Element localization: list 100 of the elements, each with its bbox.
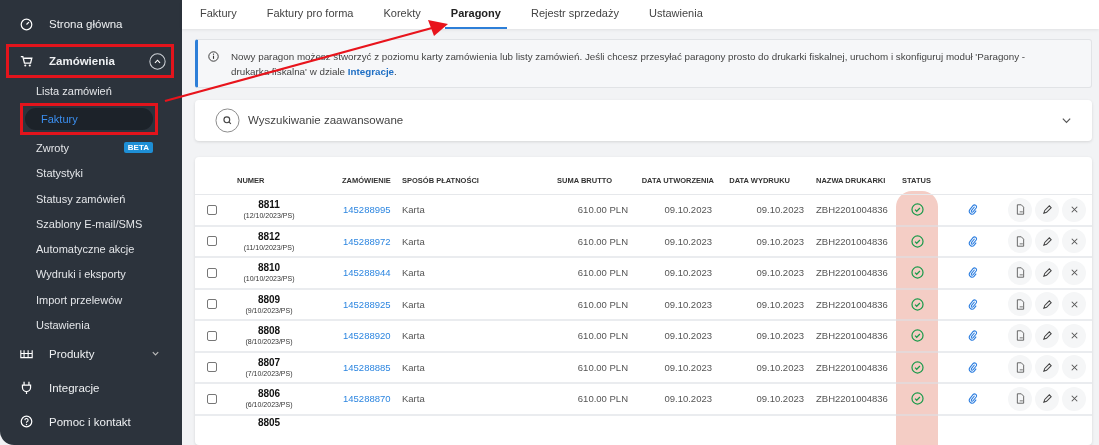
table-cell-text: 09.10.2023 bbox=[663, 266, 713, 281]
order-link[interactable]: 145288995 bbox=[343, 204, 391, 216]
pencil-icon bbox=[1041, 235, 1053, 247]
receipt-number: 8812 bbox=[257, 231, 281, 242]
table-cell-text: 09.10.2023 bbox=[663, 360, 713, 375]
sidebar-subitem[interactable]: Automatyczne akcje bbox=[36, 243, 182, 256]
collapse-icon[interactable] bbox=[149, 52, 166, 70]
table-cell-text: 610.00 PLN bbox=[576, 234, 629, 249]
tab[interactable]: Faktury bbox=[200, 0, 237, 29]
table-cell-text: 09.10.2023 bbox=[755, 360, 805, 375]
order-link[interactable]: 145288870 bbox=[343, 393, 391, 405]
table-cell-text: 09.10.2023 bbox=[663, 392, 713, 407]
paperclip-icon[interactable] bbox=[968, 361, 978, 373]
boxes-icon bbox=[20, 347, 33, 361]
edit-button[interactable] bbox=[1035, 197, 1059, 222]
edit-button[interactable] bbox=[1035, 386, 1059, 411]
checkbox[interactable] bbox=[207, 267, 217, 278]
checkbox[interactable] bbox=[207, 362, 217, 373]
pencil-icon bbox=[1041, 393, 1053, 405]
pdf-file-icon bbox=[1014, 267, 1026, 279]
paperclip-icon[interactable] bbox=[968, 298, 978, 310]
paperclip-icon[interactable] bbox=[968, 393, 978, 405]
sidebar-subitem[interactable]: Faktury bbox=[25, 108, 153, 131]
cart-icon bbox=[20, 54, 33, 68]
checkbox[interactable] bbox=[207, 299, 217, 310]
info-icon bbox=[208, 50, 219, 62]
pdf-button[interactable] bbox=[1008, 355, 1032, 380]
tab[interactable]: Rejestr sprzedaży bbox=[530, 0, 619, 29]
order-link[interactable]: 145288944 bbox=[343, 267, 391, 279]
tab[interactable]: Ustawienia bbox=[649, 0, 703, 29]
edit-button[interactable] bbox=[1035, 292, 1059, 317]
pdf-file-icon bbox=[1014, 204, 1026, 216]
paperclip-icon[interactable] bbox=[968, 204, 978, 216]
sidebar-subitem[interactable]: Statusy zamówień bbox=[36, 192, 182, 205]
sidebar-item[interactable]: Produkty bbox=[0, 335, 182, 372]
table-cell-text: ZBH2201004836 bbox=[815, 203, 889, 218]
table-cell-text: 610.00 PLN bbox=[576, 360, 629, 375]
table-cell-text: 610.00 PLN bbox=[576, 329, 629, 344]
checkbox[interactable] bbox=[207, 330, 217, 341]
pdf-file-icon bbox=[1014, 361, 1026, 373]
sidebar-subitem[interactable]: Szablony E-mail/SMS bbox=[36, 217, 182, 230]
pdf-button[interactable] bbox=[1008, 292, 1032, 317]
sidebar-subitem[interactable]: Zwroty bbox=[36, 141, 124, 154]
checkbox[interactable] bbox=[207, 236, 217, 247]
table-cell-text: ZBH2201004836 bbox=[815, 360, 889, 375]
sidebar-subitem[interactable]: Lista zamówień bbox=[36, 84, 182, 97]
checkbox[interactable] bbox=[207, 393, 217, 404]
edit-button[interactable] bbox=[1035, 355, 1059, 380]
help-icon bbox=[20, 415, 33, 429]
table-cell-text: Karta bbox=[401, 392, 426, 407]
sidebar-subitem[interactable]: Wydruki i eksporty bbox=[36, 268, 182, 281]
table-cell-text: Karta bbox=[401, 203, 426, 218]
order-link[interactable]: 145288925 bbox=[343, 298, 391, 310]
pencil-icon bbox=[1041, 330, 1053, 342]
tab[interactable]: Korekty bbox=[383, 0, 421, 29]
tab[interactable]: Faktury pro forma bbox=[266, 0, 354, 29]
advanced-search-panel[interactable]: Wyszukiwanie zaawansowane bbox=[195, 99, 1092, 141]
chevron-down-icon[interactable] bbox=[151, 349, 160, 359]
search-icon bbox=[215, 107, 240, 133]
sidebar-item[interactable]: Pomoc i kontakt bbox=[0, 403, 182, 440]
table-cell-text: 09.10.2023 bbox=[755, 234, 805, 249]
sidebar-subitem[interactable]: Ustawienia bbox=[36, 319, 182, 331]
sidebar-subitem[interactable]: Import przelewów bbox=[36, 293, 182, 306]
paperclip-icon[interactable] bbox=[968, 330, 978, 342]
sidebar-item[interactable]: Strona główna bbox=[0, 6, 182, 42]
pencil-icon bbox=[1041, 267, 1053, 279]
pdf-button[interactable] bbox=[1008, 260, 1032, 285]
pdf-button[interactable] bbox=[1008, 386, 1032, 411]
table-cell-text: Karta bbox=[401, 329, 426, 344]
pdf-button[interactable] bbox=[1008, 197, 1032, 222]
table-cell-text: 09.10.2023 bbox=[663, 297, 713, 312]
order-link[interactable]: 145288920 bbox=[343, 330, 391, 342]
pdf-file-icon bbox=[1014, 235, 1026, 247]
edit-button[interactable] bbox=[1035, 229, 1059, 254]
sidebar-subitem[interactable]: Statystyki bbox=[36, 167, 182, 180]
pdf-button[interactable] bbox=[1008, 323, 1032, 348]
table-cell-text: 09.10.2023 bbox=[663, 234, 713, 249]
receipt-number: 8811 bbox=[258, 200, 280, 211]
receipt-number: 8809 bbox=[257, 294, 281, 305]
table-cell-text: Karta bbox=[401, 266, 426, 281]
table-cell-text: 09.10.2023 bbox=[755, 203, 805, 218]
receipt-number: 8810 bbox=[257, 263, 281, 274]
sidebar-item[interactable]: Zamówienia bbox=[6, 44, 174, 78]
edit-button[interactable] bbox=[1035, 323, 1059, 348]
paperclip-icon[interactable] bbox=[968, 267, 978, 279]
order-link[interactable]: 145288972 bbox=[343, 235, 391, 247]
plug-icon bbox=[20, 381, 33, 395]
receipt-number: 8808 bbox=[257, 326, 281, 337]
table-cell-text: Karta bbox=[401, 234, 426, 249]
sidebar-item[interactable]: Integracje bbox=[0, 369, 182, 406]
pdf-file-icon bbox=[1014, 298, 1026, 310]
checkbox[interactable] bbox=[207, 204, 217, 215]
table-cell-text: Karta bbox=[401, 297, 426, 312]
table-cell-text: ZBH2201004836 bbox=[815, 329, 889, 344]
pdf-button[interactable] bbox=[1008, 229, 1032, 254]
paperclip-icon[interactable] bbox=[968, 235, 978, 247]
table-cell-text: ZBH2201004836 bbox=[815, 392, 889, 407]
table-cell-text: 09.10.2023 bbox=[755, 329, 805, 344]
order-link[interactable]: 145288885 bbox=[343, 361, 391, 373]
edit-button[interactable] bbox=[1035, 260, 1059, 285]
